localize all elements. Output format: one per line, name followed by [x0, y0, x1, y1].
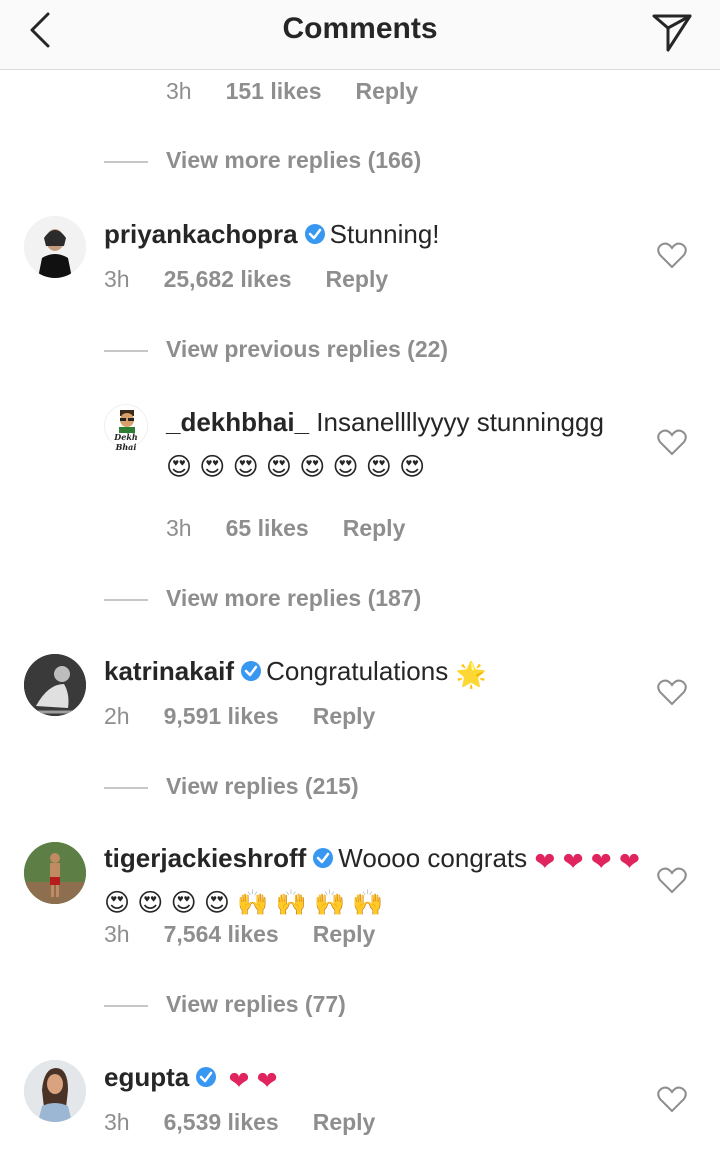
comment-meta: 3h 65 likes Reply	[166, 515, 439, 542]
heart-eyes-emoji: 😍	[365, 452, 392, 481]
comment-time: 3h	[104, 921, 130, 947]
heart-eyes-emoji: 😍	[137, 888, 164, 917]
red-heart-emoji: ❤	[618, 847, 640, 876]
heart-eyes-emoji: 😍	[232, 452, 259, 481]
divider	[104, 598, 148, 601]
reply-button[interactable]: Reply	[313, 703, 376, 729]
heart-outline-icon[interactable]	[657, 866, 687, 894]
avatar[interactable]	[24, 842, 86, 904]
verified-badge-icon	[313, 848, 334, 868]
heart-eyes-emoji: 😍	[104, 888, 131, 917]
avatar[interactable]	[24, 654, 86, 716]
top-bar: Comments	[0, 0, 720, 70]
heart-eyes-emoji: 😍	[203, 888, 230, 917]
reply-body: _dekhbhai_ Insanellllyyyy stunninggg 😍 😍…	[166, 402, 616, 484]
comment-meta: 3h 151 likes Reply	[166, 78, 452, 105]
avatar-image	[24, 1060, 86, 1122]
comment-body: katrinakaif Congratulations 🌟	[104, 651, 644, 692]
view-more-replies[interactable]: View more replies (187)	[104, 585, 421, 612]
heart-eyes-emoji: 😍	[199, 452, 226, 481]
heart-outline-icon[interactable]	[657, 241, 687, 269]
view-more-replies-label: View more replies (166)	[166, 147, 422, 173]
avatar-label: Dekh Bhai	[114, 432, 138, 452]
view-replies[interactable]: View replies (215)	[104, 773, 359, 800]
heart-eyes-emoji: 😍	[332, 452, 359, 481]
raised-hands-emoji: 🙌	[313, 888, 346, 917]
username[interactable]: katrinakaif	[104, 656, 234, 686]
username[interactable]: priyankachopra	[104, 219, 298, 249]
comment-text: Congratulations	[266, 656, 449, 686]
red-heart-emoji: ❤	[534, 847, 556, 876]
divider	[104, 1004, 148, 1007]
red-heart-emoji: ❤	[562, 847, 584, 876]
likes-count[interactable]: 25,682 likes	[164, 266, 292, 292]
reply-button[interactable]: Reply	[326, 266, 389, 292]
avatar[interactable]	[24, 216, 86, 278]
comment-text: Insanellllyyyy stunninggg	[316, 407, 604, 437]
reply-button[interactable]: Reply	[343, 515, 406, 541]
comment-body: tigerjackieshroff Woooo congrats ❤ ❤ ❤ ❤ …	[104, 838, 644, 920]
comment-text: Stunning!	[329, 219, 440, 249]
red-heart-emoji: ❤	[256, 1066, 278, 1095]
raised-hands-emoji: 🙌	[352, 888, 384, 917]
comment-time: 2h	[104, 703, 130, 729]
comment-meta: 2h 9,591 likes Reply	[104, 703, 409, 730]
username[interactable]: egupta	[104, 1062, 189, 1092]
red-heart-emoji: ❤	[228, 1066, 250, 1095]
view-more-replies-label: View more replies (187)	[166, 585, 422, 611]
heart-outline-icon[interactable]	[657, 678, 687, 706]
reply-button[interactable]: Reply	[356, 78, 419, 104]
username[interactable]: _dekhbhai_	[166, 407, 309, 437]
view-replies[interactable]: View replies (77)	[104, 991, 346, 1018]
comment-body: priyankachopra Stunning!	[104, 214, 644, 255]
verified-badge-icon	[241, 661, 262, 681]
likes-count[interactable]: 65 likes	[226, 515, 309, 541]
avatar-image	[24, 654, 86, 716]
comment-time: 3h	[104, 1109, 130, 1135]
comment-time: 3h	[104, 266, 130, 292]
verified-badge-icon	[196, 1067, 217, 1087]
heart-eyes-emoji: 😍	[265, 452, 292, 481]
comment-time: 3h	[166, 78, 192, 104]
comment-meta: 3h 6,539 likes Reply	[104, 1109, 409, 1136]
heart-outline-icon[interactable]	[657, 428, 687, 456]
likes-count[interactable]: 7,564 likes	[164, 921, 279, 947]
divider	[104, 349, 148, 352]
heart-eyes-emoji: 😍	[166, 452, 193, 481]
comment-time: 3h	[166, 515, 192, 541]
avatar[interactable]	[24, 1060, 86, 1122]
view-replies-label: View replies (77)	[166, 991, 346, 1017]
reply-button[interactable]: Reply	[313, 1109, 376, 1135]
likes-count[interactable]: 9,591 likes	[164, 703, 279, 729]
verified-badge-icon	[304, 224, 325, 244]
raised-hands-emoji: 🙌	[237, 888, 269, 917]
divider	[104, 786, 148, 789]
view-previous-replies[interactable]: View previous replies (22)	[104, 336, 448, 363]
heart-eyes-emoji: 😍	[299, 452, 326, 481]
avatar-image	[24, 842, 86, 904]
divider	[104, 160, 148, 163]
comment-body: egupta ❤ ❤	[104, 1057, 644, 1098]
heart-eyes-emoji: 😍	[399, 452, 426, 481]
red-heart-emoji: ❤	[590, 847, 612, 876]
heart-outline-icon[interactable]	[657, 1085, 687, 1113]
page-title: Comments	[282, 12, 438, 45]
view-more-replies[interactable]: View more replies (166)	[104, 147, 421, 174]
username[interactable]: tigerjackieshroff	[104, 843, 306, 873]
view-replies-label: View replies (215)	[166, 773, 359, 799]
glowing-star-emoji: 🌟	[455, 660, 487, 689]
view-previous-replies-label: View previous replies (22)	[166, 336, 449, 362]
likes-count[interactable]: 151 likes	[226, 78, 322, 104]
heart-eyes-emoji: 😍	[170, 888, 197, 917]
comment-text: Woooo congrats	[338, 843, 528, 873]
reply-button[interactable]: Reply	[313, 921, 376, 947]
raised-hands-emoji: 🙌	[275, 888, 307, 917]
paper-plane-icon[interactable]	[648, 6, 696, 54]
comment-meta: 3h 25,682 likes Reply	[104, 266, 422, 293]
comment-meta: 3h 7,564 likes Reply	[104, 921, 409, 948]
likes-count[interactable]: 6,539 likes	[164, 1109, 279, 1135]
avatar-image	[24, 216, 86, 278]
